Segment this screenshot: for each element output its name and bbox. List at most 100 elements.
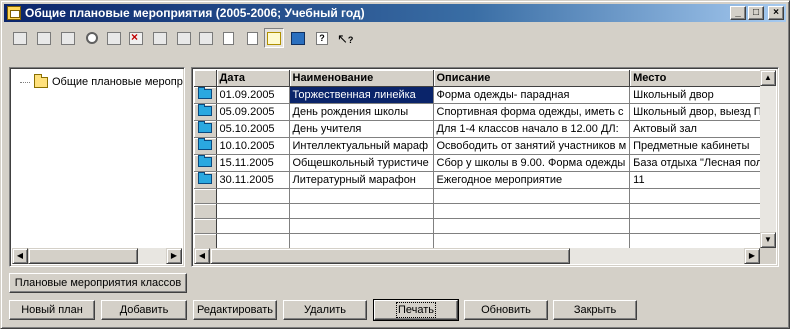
cell-place[interactable]: Актовый зал bbox=[629, 120, 771, 138]
cell-name[interactable]: День учителя bbox=[289, 120, 434, 138]
close-window-button[interactable]: × bbox=[768, 6, 784, 20]
tree-view-icon[interactable] bbox=[264, 28, 284, 48]
column-header-place[interactable]: Место bbox=[629, 70, 771, 87]
empty-table-row bbox=[194, 218, 771, 234]
cell-description[interactable]: Ежегодное мероприятие bbox=[433, 171, 631, 189]
cell-description[interactable]: Освободить от занятий участников м bbox=[433, 137, 631, 155]
document-icon[interactable] bbox=[218, 28, 238, 48]
empty-cell bbox=[629, 218, 771, 234]
cell-date[interactable]: 01.09.2005 bbox=[216, 86, 290, 104]
grid-horizontal-scrollbar[interactable]: ◀ ▶ bbox=[194, 248, 760, 264]
cell-place[interactable]: Предметные кабинеты bbox=[629, 137, 771, 155]
document-lines-icon[interactable] bbox=[242, 28, 262, 48]
list-edit-icon[interactable] bbox=[104, 28, 124, 48]
scroll-thumb[interactable] bbox=[28, 248, 138, 264]
print-button[interactable]: Печать bbox=[373, 299, 459, 321]
magic-wand-icon[interactable] bbox=[174, 28, 194, 48]
row-indicator-header bbox=[194, 70, 217, 87]
table-row[interactable]: 05.09.2005 День рождения школы Спортивная … bbox=[194, 103, 771, 121]
empty-cell bbox=[433, 218, 631, 234]
scroll-thumb[interactable] bbox=[210, 248, 570, 264]
empty-cell bbox=[289, 233, 434, 249]
scroll-left-icon[interactable]: ◀ bbox=[12, 248, 28, 264]
cell-place[interactable]: База отдыха "Лесная пол bbox=[629, 154, 771, 172]
cell-date[interactable]: 05.09.2005 bbox=[216, 103, 290, 121]
new-plan-button[interactable]: Новый план bbox=[9, 300, 95, 320]
cell-date[interactable]: 30.11.2005 bbox=[216, 171, 290, 189]
table-row[interactable]: 05.10.2005 День учителя Для 1-4 классов на… bbox=[194, 120, 771, 138]
tree-item-general-events[interactable]: Общие плановые меропр bbox=[20, 73, 183, 88]
empty-cell bbox=[216, 233, 290, 249]
cell-name[interactable]: Интеллектуальный мараф bbox=[289, 137, 434, 155]
refresh-button[interactable]: Обновить bbox=[464, 300, 548, 320]
delete-icon[interactable] bbox=[126, 28, 146, 48]
row-indicator[interactable] bbox=[194, 103, 217, 121]
table-row[interactable]: 01.09.2005 Торжественная линейка Форма оде… bbox=[194, 86, 771, 104]
folder-icon bbox=[197, 86, 212, 99]
tree-panel: Общие плановые меропр ◀ ▶ bbox=[9, 67, 185, 267]
folder-icon bbox=[197, 120, 212, 133]
app-icon[interactable] bbox=[7, 6, 21, 20]
cell-name[interactable]: День рождения школы bbox=[289, 103, 434, 121]
find-icon[interactable] bbox=[82, 28, 102, 48]
folder-icon bbox=[197, 154, 212, 167]
computer-icon[interactable] bbox=[288, 28, 308, 48]
row-indicator[interactable] bbox=[194, 120, 217, 138]
cell-place[interactable]: Школьный двор, выезд П. bbox=[629, 103, 771, 121]
cell-place[interactable]: 11 bbox=[629, 171, 771, 189]
cell-name[interactable]: Торжественная линейка bbox=[289, 86, 434, 104]
empty-cell bbox=[289, 188, 434, 204]
folder-icon bbox=[197, 103, 212, 116]
scroll-right-icon[interactable]: ▶ bbox=[166, 248, 182, 264]
cell-description[interactable]: Сбор у школы в 9.00. Форма одежды bbox=[433, 154, 631, 172]
folder-open-icon[interactable] bbox=[34, 28, 54, 48]
cell-description[interactable]: Для 1-4 классов начало в 12.00 ДЛ: bbox=[433, 120, 631, 138]
class-events-button[interactable]: Плановые мероприятия классов bbox=[9, 273, 187, 293]
title-bar[interactable]: Общие плановые мероприятия (2005-2006; У… bbox=[4, 4, 786, 22]
copy-icon[interactable] bbox=[150, 28, 170, 48]
cell-date[interactable]: 05.10.2005 bbox=[216, 120, 290, 138]
scroll-right-icon[interactable]: ▶ bbox=[744, 248, 760, 264]
row-indicator[interactable] bbox=[194, 154, 217, 172]
table-header-row: Дата Наименование Описание Место bbox=[194, 70, 771, 87]
empty-cell bbox=[216, 218, 290, 234]
grid-icon[interactable] bbox=[58, 28, 78, 48]
add-button[interactable]: Добавить bbox=[101, 300, 187, 320]
scroll-down-icon[interactable]: ▼ bbox=[760, 232, 776, 248]
calendar-icon[interactable] bbox=[10, 28, 30, 48]
cell-name[interactable]: Литературный марафон bbox=[289, 171, 434, 189]
row-indicator[interactable] bbox=[194, 137, 217, 155]
scroll-left-icon[interactable]: ◀ bbox=[194, 248, 210, 264]
events-grid: Дата Наименование Описание Место 01.09.2… bbox=[191, 67, 779, 267]
table-row[interactable]: 15.11.2005 Общешкольный туристиче Сбор у ш… bbox=[194, 154, 771, 172]
cell-date[interactable]: 15.11.2005 bbox=[216, 154, 290, 172]
paste-icon[interactable] bbox=[196, 28, 216, 48]
empty-cell bbox=[289, 203, 434, 219]
folder-icon bbox=[34, 73, 48, 88]
row-indicator[interactable] bbox=[194, 171, 217, 189]
toolbar: ? ↖? bbox=[4, 25, 786, 51]
column-header-description[interactable]: Описание bbox=[433, 70, 631, 87]
scroll-up-icon[interactable]: ▲ bbox=[760, 70, 776, 86]
column-header-date[interactable]: Дата bbox=[216, 70, 290, 87]
cell-name[interactable]: Общешкольный туристиче bbox=[289, 154, 434, 172]
cell-date[interactable]: 10.10.2005 bbox=[216, 137, 290, 155]
column-header-name[interactable]: Наименование bbox=[289, 70, 434, 87]
maximize-button[interactable]: □ bbox=[748, 6, 764, 20]
table-row[interactable]: 10.10.2005 Интеллектуальный мараф Освободи… bbox=[194, 137, 771, 155]
grid-vertical-scrollbar[interactable]: ▲ ▼ bbox=[760, 70, 776, 248]
minimize-button[interactable]: _ bbox=[730, 6, 746, 20]
table-row[interactable]: 30.11.2005 Литературный марафон Ежегодное … bbox=[194, 171, 771, 189]
cell-place[interactable]: Школьный двор bbox=[629, 86, 771, 104]
edit-button[interactable]: Редактировать bbox=[193, 300, 277, 320]
delete-button[interactable]: Удалить bbox=[283, 300, 367, 320]
close-button[interactable]: Закрыть bbox=[553, 300, 637, 320]
help-icon[interactable]: ? bbox=[312, 28, 332, 48]
row-indicator bbox=[194, 188, 217, 204]
cell-description[interactable]: Спортивная форма одежды, иметь с bbox=[433, 103, 631, 121]
row-indicator[interactable] bbox=[194, 86, 217, 104]
tree-horizontal-scrollbar[interactable]: ◀ ▶ bbox=[12, 248, 182, 264]
cell-description[interactable]: Форма одежды- парадная bbox=[433, 86, 631, 104]
context-help-icon[interactable]: ↖? bbox=[334, 28, 354, 48]
empty-table-row bbox=[194, 203, 771, 219]
